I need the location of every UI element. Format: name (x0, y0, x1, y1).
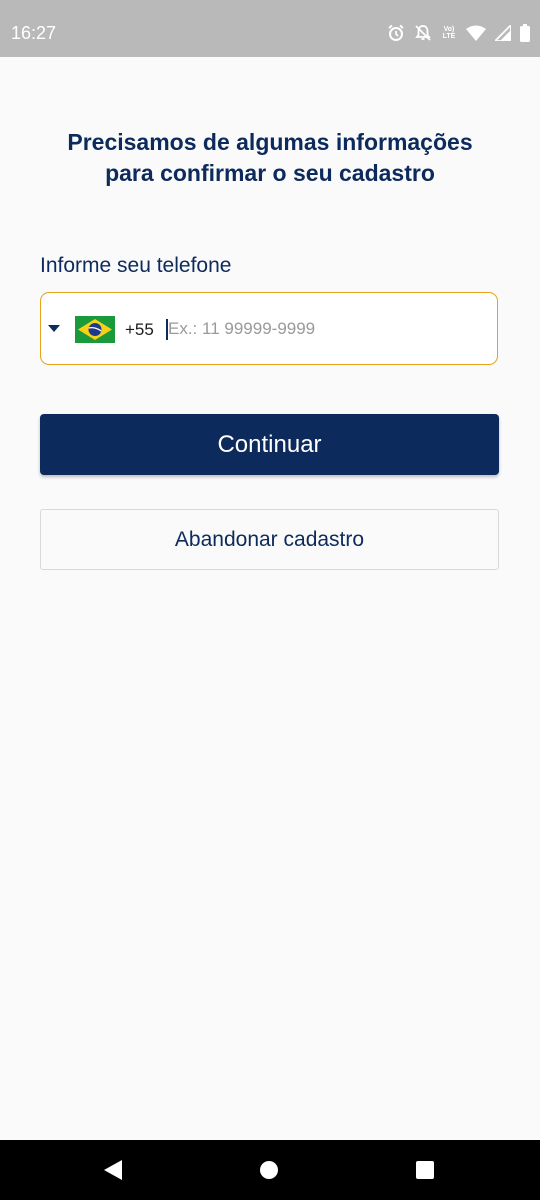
phone-field[interactable]: +55 (40, 292, 498, 365)
status-icons: Vo) LTE (387, 23, 530, 43)
continue-button[interactable]: Continuar (40, 414, 499, 475)
brazil-flag-icon[interactable] (75, 316, 115, 343)
country-code: +55 (125, 320, 154, 339)
phone-label: Informe seu telefone (40, 254, 232, 277)
status-time: 16:27 (11, 23, 57, 43)
abandon-registration-button[interactable]: Abandonar cadastro (40, 509, 499, 570)
page-title: Precisamos de algumas informações para c… (67, 129, 473, 186)
volte-label-bottom: LTE (442, 33, 456, 40)
phone-input[interactable] (168, 315, 488, 343)
chevron-down-icon[interactable] (48, 325, 60, 332)
navigation-bar (0, 1140, 540, 1200)
volte-icon: Vo) LTE (441, 26, 457, 40)
status-bar: 16:27 Vo) LTE (0, 0, 540, 57)
notifications-off-icon (414, 24, 432, 42)
wifi-icon (466, 25, 486, 41)
recents-icon[interactable] (416, 1161, 434, 1179)
volte-label-top: Vo) (443, 26, 455, 33)
alarm-icon (387, 24, 405, 42)
home-icon[interactable] (260, 1161, 278, 1179)
back-icon[interactable] (104, 1160, 122, 1180)
battery-icon (520, 24, 530, 42)
cell-signal-icon (495, 25, 511, 41)
